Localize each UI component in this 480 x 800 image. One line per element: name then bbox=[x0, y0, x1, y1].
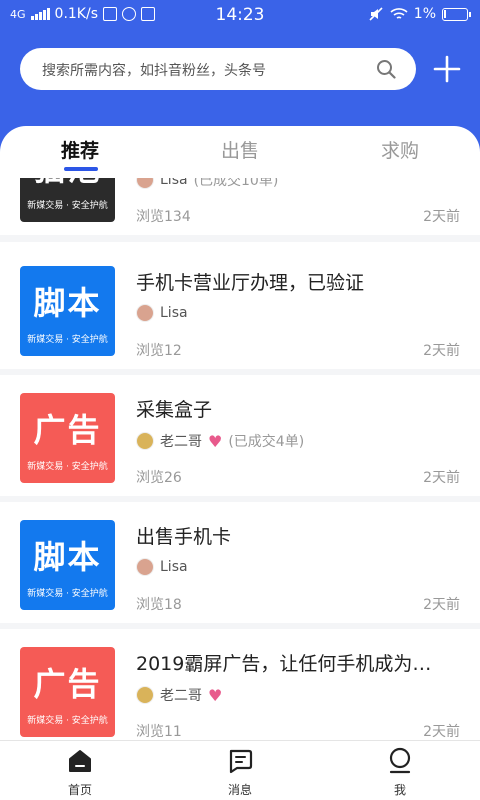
view-count: 浏览12 bbox=[136, 343, 182, 359]
item-title: 采集盒子 bbox=[136, 399, 213, 421]
item-thumbnail: 脚本 新媒交易 · 安全护航 bbox=[20, 520, 115, 610]
nav-profile-label: 我 bbox=[393, 783, 406, 797]
search-placeholder: 搜索所需内容，如抖音粉丝，头条号 bbox=[42, 63, 266, 79]
nav-home-label: 首页 bbox=[67, 783, 92, 797]
tab-bar: 推荐 出售 求购 bbox=[0, 126, 480, 178]
post-date: 2天前 bbox=[423, 209, 460, 225]
listing-list: 猫池 新媒交易 · 安全护航 Lisa (已成交10单) 浏览134 2天前 脚… bbox=[0, 178, 480, 740]
nav-home[interactable]: 首页 bbox=[20, 747, 140, 798]
item-seller: Lisa (已成交10单) bbox=[136, 178, 278, 190]
seller-name: 老二哥 bbox=[160, 688, 202, 704]
item-seller: 老二哥 ♥ (已成交4单) bbox=[136, 431, 304, 451]
avatar bbox=[136, 432, 154, 450]
item-seller: 老二哥 ♥ bbox=[136, 685, 222, 705]
view-count: 浏览134 bbox=[136, 209, 191, 225]
thumbnail-subtitle: 新媒交易 · 安全护航 bbox=[27, 335, 108, 345]
profile-icon bbox=[389, 747, 411, 774]
item-seller: Lisa bbox=[136, 558, 188, 576]
nav-profile[interactable]: 我 bbox=[340, 747, 460, 798]
list-item[interactable]: 猫池 新媒交易 · 安全护航 Lisa (已成交10单) 浏览134 2天前 bbox=[0, 178, 480, 242]
tab-indicator bbox=[64, 167, 98, 171]
seller-name: Lisa bbox=[160, 305, 188, 321]
post-date: 2天前 bbox=[423, 343, 460, 359]
seller-name: Lisa bbox=[160, 559, 188, 575]
heart-icon: ♥ bbox=[208, 431, 223, 451]
add-button[interactable] bbox=[432, 54, 462, 84]
list-item[interactable]: 脚本 新媒交易 · 安全护航 出售手机卡 Lisa 浏览18 2天前 bbox=[0, 502, 480, 630]
deal-count: (已成交10单) bbox=[193, 178, 279, 189]
battery-icon bbox=[442, 7, 471, 21]
item-thumbnail: 广告 新媒交易 · 安全护航 bbox=[20, 647, 115, 737]
thumbnail-subtitle: 新媒交易 · 安全护航 bbox=[27, 201, 108, 211]
bottom-nav: 首页 消息 我 bbox=[0, 740, 480, 800]
search-input[interactable]: 搜索所需内容，如抖音粉丝，头条号 bbox=[20, 48, 416, 90]
thumbnail-subtitle: 新媒交易 · 安全护航 bbox=[27, 462, 108, 472]
tab-buy[interactable]: 求购 bbox=[340, 136, 460, 163]
item-seller: Lisa bbox=[136, 304, 188, 322]
nav-messages-label: 消息 bbox=[227, 783, 252, 797]
search-icon[interactable] bbox=[376, 59, 396, 79]
tab-recommend[interactable]: 推荐 bbox=[20, 136, 140, 163]
battery-percent: 1% bbox=[413, 6, 436, 22]
deal-count: (已成交4单) bbox=[228, 434, 305, 450]
avatar bbox=[136, 686, 154, 704]
thumbnail-text: 脚本 bbox=[33, 284, 102, 322]
item-thumbnail: 猫池 新媒交易 · 安全护航 bbox=[20, 178, 115, 222]
item-title: 2019霸屏广告，让任何手机成为… bbox=[136, 653, 432, 675]
home-icon bbox=[69, 750, 91, 772]
seller-name: 老二哥 bbox=[160, 434, 202, 450]
content-panel: 推荐 出售 求购 猫池 新媒交易 · 安全护航 Lisa (已成交10单) 浏览… bbox=[0, 126, 480, 740]
post-date: 2天前 bbox=[423, 724, 460, 740]
item-title: 出售手机卡 bbox=[136, 526, 232, 548]
thumbnail-subtitle: 新媒交易 · 安全护航 bbox=[27, 716, 108, 726]
heart-icon: ♥ bbox=[208, 685, 223, 705]
avatar bbox=[136, 178, 154, 189]
view-count: 浏览26 bbox=[136, 470, 182, 486]
list-item[interactable]: 广告 新媒交易 · 安全护航 2019霸屏广告，让任何手机成为… 老二哥 ♥ 浏… bbox=[0, 629, 480, 740]
thumbnail-text: 广告 bbox=[33, 665, 102, 703]
thumbnail-text: 广告 bbox=[33, 411, 102, 449]
thumbnail-text: 猫池 bbox=[20, 178, 115, 190]
status-bar: 4G 0.1K/s 14:23 1% bbox=[0, 0, 480, 30]
post-date: 2天前 bbox=[423, 470, 460, 486]
view-count: 浏览11 bbox=[136, 724, 182, 740]
nav-messages[interactable]: 消息 bbox=[180, 747, 300, 798]
wifi-icon bbox=[390, 8, 408, 19]
item-title: 手机卡营业厅办理，已验证 bbox=[136, 272, 365, 294]
avatar bbox=[136, 558, 154, 576]
post-date: 2天前 bbox=[423, 597, 460, 613]
tab-sell[interactable]: 出售 bbox=[180, 136, 300, 163]
item-thumbnail: 广告 新媒交易 · 安全护航 bbox=[20, 393, 115, 483]
item-thumbnail: 脚本 新媒交易 · 安全护航 bbox=[20, 266, 115, 356]
message-icon bbox=[229, 749, 253, 774]
list-item[interactable]: 广告 新媒交易 · 安全护航 采集盒子 老二哥 ♥ (已成交4单) 浏览26 2… bbox=[0, 375, 480, 503]
thumbnail-subtitle: 新媒交易 · 安全护航 bbox=[27, 589, 108, 599]
view-count: 浏览18 bbox=[136, 597, 182, 613]
mute-icon bbox=[369, 7, 383, 21]
thumbnail-text: 脚本 bbox=[33, 538, 102, 576]
list-item[interactable]: 脚本 新媒交易 · 安全护航 手机卡营业厅办理，已验证 Lisa 浏览12 2天… bbox=[0, 248, 480, 376]
status-right: 1% bbox=[368, 6, 471, 22]
avatar bbox=[136, 304, 154, 322]
seller-name: Lisa bbox=[160, 178, 188, 188]
